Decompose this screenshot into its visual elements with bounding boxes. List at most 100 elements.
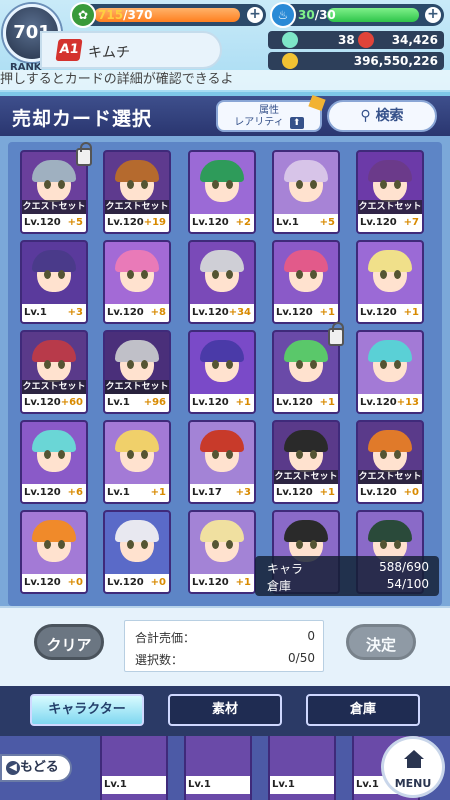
character-card[interactable]: Lv.120 +13: [356, 330, 424, 414]
top-status-bar: 701 RANK ✿ 715/370 + ♨ 30/30 + A1 キムチ 38…: [0, 0, 450, 92]
card-plus-value: +2: [235, 217, 251, 228]
card-level: Lv.120: [24, 577, 61, 588]
player-panel[interactable]: A1 キムチ: [40, 31, 222, 69]
storage-count-value: 54/100: [386, 577, 429, 591]
card-plus-value: +3: [235, 487, 251, 498]
card-level: Lv.120: [24, 397, 61, 408]
character-card[interactable]: Lv.120 +0: [103, 510, 171, 594]
back-label: もどる: [20, 760, 59, 775]
character-card[interactable]: クエストセット中Lv.120+19: [103, 150, 171, 234]
character-card[interactable]: クエストセット中Lv.120+60: [20, 330, 88, 414]
character-card[interactable]: Lv.120 +1: [356, 240, 424, 324]
stamina-plus-button[interactable]: +: [247, 7, 263, 23]
tab-material[interactable]: 素材: [168, 694, 282, 726]
card-plus-value: +0: [403, 487, 419, 498]
page-title: 売却カード選択: [12, 108, 153, 130]
menu-label: MENU: [394, 777, 432, 790]
sort-arrow-icon: ⬆: [289, 117, 304, 129]
tab-character[interactable]: キャラクター: [30, 694, 144, 726]
card-plus-value: +0: [150, 577, 166, 588]
lower-card: Lv.1: [184, 736, 252, 800]
card-level-bar: Lv.120 +2: [190, 214, 254, 232]
character-card[interactable]: Lv.120 +8: [103, 240, 171, 324]
character-card[interactable]: Lv.120 +6: [20, 420, 88, 504]
card-level-bar: Lv.120 +1: [190, 394, 254, 412]
card-level-bar: Lv.120 +0: [358, 484, 422, 502]
character-card[interactable]: Lv.17 +3: [188, 420, 256, 504]
total-price-label: 合計売価：: [135, 631, 196, 645]
card-level-bar: Lv.1 +96: [105, 394, 169, 412]
character-card[interactable]: Lv.120 +1: [188, 510, 256, 594]
card-grid-area: クエストセット中Lv.120+5クエストセット中Lv.120+19Lv.120+…: [0, 136, 450, 606]
card-level: Lv.120: [276, 397, 313, 408]
card-level-bar: Lv.120 +0: [105, 574, 169, 592]
energy-plus-button[interactable]: +: [425, 7, 441, 23]
decide-button[interactable]: 決定: [346, 624, 416, 660]
card-level-bar: Lv.1 +5: [274, 214, 338, 232]
card-level: Lv.120: [107, 577, 144, 588]
card-plus-value: +5: [319, 217, 335, 228]
character-card[interactable]: クエストセット中Lv.120 +1: [272, 420, 340, 504]
back-button[interactable]: ◀ もどる: [0, 754, 72, 782]
card-level-bar: Lv.120 +1: [190, 574, 254, 592]
sort-button[interactable]: 属性 レアリティ ⬆: [216, 94, 326, 132]
character-card[interactable]: Lv.120 +2: [188, 150, 256, 234]
quest-set-label: クエストセット中: [358, 200, 422, 226]
card-level: Lv.120: [192, 217, 229, 228]
card-level-bar: Lv.120 +6: [22, 484, 86, 502]
card-plus-value: +1: [319, 397, 335, 408]
home-icon: [404, 750, 424, 768]
card-art: [22, 512, 86, 576]
card-plus-value: +13: [396, 397, 419, 408]
card-level-bar: Lv.120 +60: [22, 394, 86, 412]
card-plus-value: +5: [67, 217, 83, 228]
tab-bar: キャラクター 素材 倉庫: [0, 686, 450, 736]
card-level: Lv.120: [276, 487, 313, 498]
red-gem-count: 34,426: [391, 33, 438, 47]
character-card[interactable]: クエストセット中Lv.120 +7: [356, 150, 424, 234]
character-card[interactable]: Lv.1 +3: [20, 240, 88, 324]
clear-button[interactable]: クリア: [34, 624, 104, 660]
card-art: [190, 512, 254, 576]
character-card[interactable]: クエストセット中Lv.120 +0: [356, 420, 424, 504]
card-plus-value: +60: [60, 397, 83, 408]
card-art: [105, 242, 169, 306]
lock-icon: [328, 322, 344, 346]
search-button[interactable]: ⚲ 検索: [327, 100, 437, 132]
character-card[interactable]: Lv.120 +34: [188, 240, 256, 324]
card-plus-value: +6: [67, 487, 83, 498]
lower-card-level: Lv.1: [102, 776, 166, 794]
quest-set-label: クエストセット中: [105, 200, 169, 226]
card-grid: クエストセット中Lv.120+5クエストセット中Lv.120+19Lv.120+…: [8, 142, 442, 606]
card-art: [190, 152, 254, 216]
leaf-icon: ✿: [70, 2, 96, 28]
quest-set-label: クエストセット中: [358, 470, 422, 496]
character-card[interactable]: Lv.120 +0: [20, 510, 88, 594]
card-level-bar: Lv.120 +1: [358, 304, 422, 322]
card-level-bar: Lv.120 +5: [22, 214, 86, 232]
card-plus-value: +8: [150, 307, 166, 318]
search-icon: ⚲: [360, 108, 371, 124]
character-card[interactable]: Lv.120 +1: [272, 240, 340, 324]
tab-storage[interactable]: 倉庫: [306, 694, 420, 726]
character-card[interactable]: Lv.1 +1: [103, 420, 171, 504]
selected-count-label: 選択数：: [135, 653, 184, 667]
card-level: Lv.120: [360, 217, 397, 228]
card-level: Lv.1: [107, 487, 130, 498]
stamina-bar: ✿ 715/370 +: [70, 2, 266, 28]
search-label: 検索: [375, 108, 404, 124]
character-card[interactable]: クエストセット中Lv.1 +96: [103, 330, 171, 414]
lower-card: Lv.1: [268, 736, 336, 800]
green-gem-icon: [282, 32, 298, 48]
card-art: [105, 422, 169, 486]
card-art: [358, 332, 422, 396]
card-level-bar: Lv.120 +1: [274, 394, 338, 412]
menu-button[interactable]: MENU: [381, 736, 445, 798]
energy-bar: ♨ 30/30 +: [270, 2, 444, 28]
gem-line: 38 34,426: [268, 31, 444, 49]
card-level: Lv.1: [107, 397, 130, 408]
character-card[interactable]: Lv.1 +5: [272, 150, 340, 234]
selected-count-row: 選択数： 0/50: [135, 651, 315, 669]
red-gem-icon: [358, 32, 374, 48]
character-card[interactable]: Lv.120 +1: [188, 330, 256, 414]
